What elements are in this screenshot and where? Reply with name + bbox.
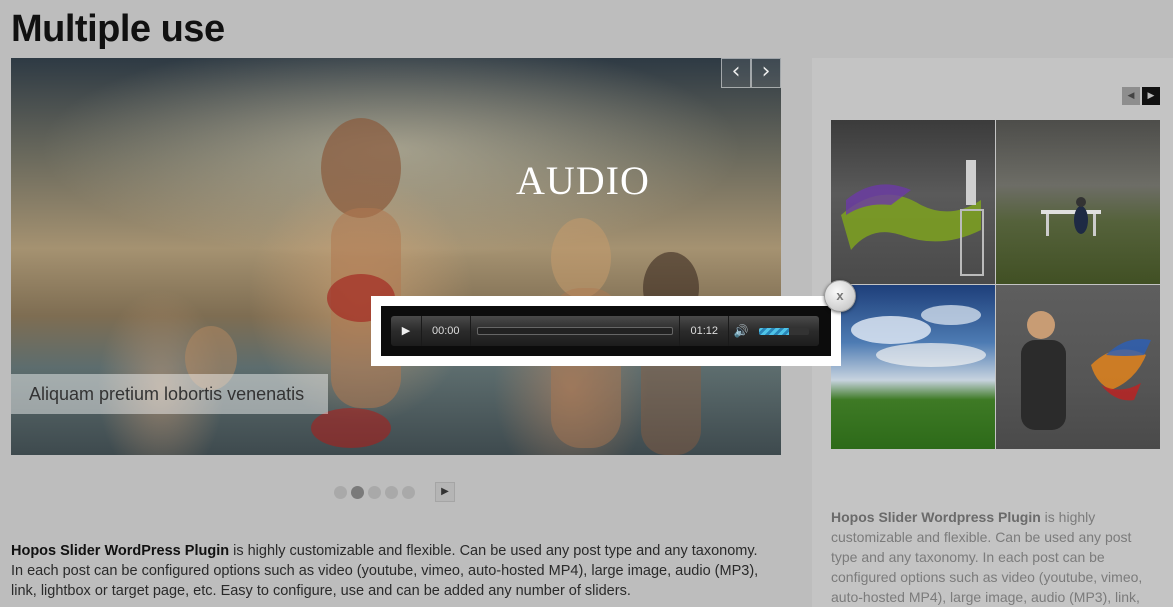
volume-button[interactable]: 🔊 (728, 316, 753, 346)
volume-slider[interactable] (759, 327, 809, 335)
progress-bar[interactable] (476, 327, 674, 335)
current-time: 00:00 (422, 316, 471, 346)
close-button[interactable]: x (824, 280, 856, 312)
speaker-icon: 🔊 (733, 324, 749, 338)
duration: 01:12 (679, 316, 728, 346)
play-icon: ▶ (401, 324, 411, 337)
volume-level (759, 327, 789, 335)
play-button[interactable]: ▶ (391, 316, 422, 346)
audio-player: ▶ 00:00 01:12 🔊 (391, 316, 819, 346)
audio-lightbox: ▶ 00:00 01:12 🔊 (371, 296, 841, 366)
